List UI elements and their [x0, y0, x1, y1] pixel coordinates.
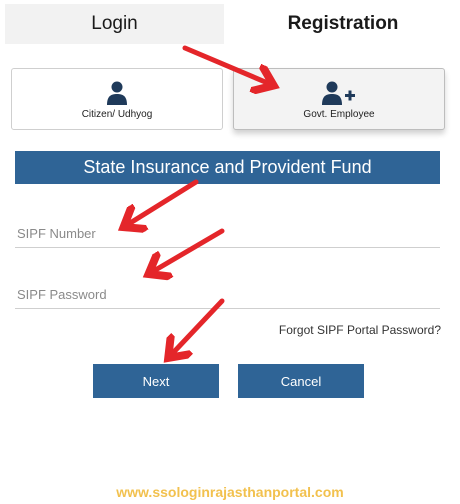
next-button[interactable]: Next — [93, 364, 219, 398]
tab-registration[interactable]: Registration — [232, 4, 454, 44]
citizen-udhyog-card[interactable]: Citizen/ Udhyog — [11, 68, 223, 130]
arrow-to-next-button — [171, 298, 225, 355]
arrow-to-sipf-number — [127, 179, 199, 225]
footer-website-url: www.ssologinrajasthanportal.com — [116, 484, 344, 500]
cancel-button[interactable]: Cancel — [238, 364, 364, 398]
user-plus-icon — [322, 81, 355, 105]
tab-login[interactable]: Login — [5, 4, 224, 44]
citizen-card-label: Citizen/ Udhyog — [81, 109, 153, 120]
sipf-number-input[interactable] — [15, 220, 440, 247]
govt-card-label: Govt. Employee — [303, 109, 375, 120]
sipf-number-field[interactable] — [15, 220, 440, 248]
govt-employee-card[interactable]: Govt. Employee — [233, 68, 445, 130]
sipf-password-input[interactable] — [15, 281, 440, 308]
sipf-password-field[interactable] — [15, 281, 440, 309]
forgot-password-link[interactable]: Forgot SIPF Portal Password? — [279, 323, 441, 337]
sipf-banner: State Insurance and Provident Fund — [15, 151, 440, 184]
user-icon — [107, 81, 127, 105]
